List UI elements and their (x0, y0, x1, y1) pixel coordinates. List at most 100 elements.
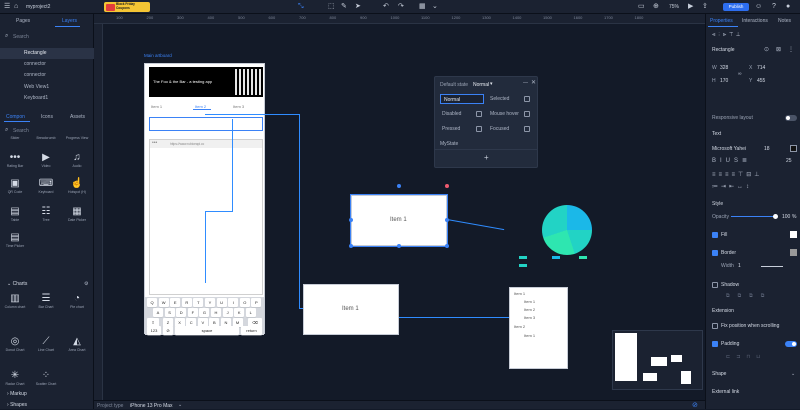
key-e[interactable]: E (170, 298, 181, 307)
more-icon[interactable]: ⋮ (788, 46, 794, 53)
component-column-chart[interactable]: ▥ Column chart (0, 293, 30, 309)
layer-item-connector[interactable]: connector (0, 59, 94, 70)
link-icon[interactable]: ∞ (738, 71, 742, 77)
key-o[interactable]: O (239, 298, 250, 307)
state-selected-checkbox[interactable] (524, 96, 530, 102)
border-style-select[interactable] (761, 266, 783, 267)
tab-components[interactable]: Compon (6, 114, 25, 120)
tree-item[interactable]: Item 1 (524, 299, 535, 304)
resize-handle[interactable] (445, 218, 449, 222)
tree-widget[interactable]: Item 1 Item 1 Item 2 Item 3 Item 2 Item … (509, 287, 568, 369)
lock-icon[interactable]: ⊠ (776, 46, 781, 53)
key-a[interactable]: A (153, 308, 163, 317)
chevron-down-icon[interactable]: ▾ (490, 81, 493, 87)
project-type-select[interactable]: iPhone 13 Pro Max (130, 403, 173, 409)
minimap[interactable] (612, 330, 703, 390)
add-state-button[interactable]: + (484, 153, 489, 162)
play-icon[interactable]: ▶ (688, 3, 693, 11)
web-view[interactable]: ••• https://www.rubiceapi.cc (149, 139, 263, 295)
key-123[interactable]: 123 (147, 326, 161, 335)
y-field[interactable]: 455 (757, 78, 765, 84)
share-icon[interactable]: ⇪ (702, 3, 708, 11)
component-time-picker[interactable]: ▤ Time Picker (0, 232, 30, 248)
tab-pages[interactable]: Pages (16, 18, 30, 24)
pie-chart-widget[interactable] (542, 205, 592, 255)
component-line-chart[interactable]: ⟋ Line Chart (31, 336, 61, 352)
key-d[interactable]: D (176, 308, 187, 317)
state-focused[interactable]: Focused (490, 126, 509, 132)
opacity-slider[interactable] (731, 216, 776, 217)
space-key[interactable]: space (175, 326, 239, 335)
layer-item-rectangle[interactable]: Rectangle (0, 48, 94, 59)
compass-icon[interactable]: ⊘ (692, 401, 698, 409)
connector-icon[interactable]: ⤡ (298, 3, 304, 11)
tab-assets[interactable]: Assets (70, 114, 85, 120)
key-k[interactable]: K (234, 308, 245, 317)
external-link-section[interactable]: External link (712, 389, 739, 395)
device-icon[interactable]: ▭ (638, 3, 645, 11)
key-j[interactable]: J (222, 308, 233, 317)
arrow-icon[interactable]: ➤ (355, 3, 361, 11)
key-g[interactable]: G (199, 308, 210, 317)
chevron-down-icon[interactable]: ⌄ (178, 402, 182, 408)
resize-handle[interactable] (397, 184, 401, 188)
component-radar-chart[interactable]: ✳ Radar Chart (0, 370, 30, 386)
artboard-label[interactable]: Main artboard (144, 53, 172, 58)
rotate-handle[interactable] (445, 184, 449, 188)
state-selected[interactable]: Selected (490, 96, 509, 102)
redo-icon[interactable]: ↷ (398, 3, 404, 11)
component-qr-code[interactable]: ▣ QR Code (0, 178, 30, 194)
canvas[interactable]: Main artboard The Foo & the Bar - a test… (103, 24, 705, 400)
key-t[interactable]: T (193, 298, 204, 307)
key-s[interactable]: S (164, 308, 175, 317)
section-charts[interactable]: ⌄ Charts (0, 279, 94, 289)
key-l[interactable]: L (245, 308, 256, 317)
help-icon[interactable]: ? (772, 3, 776, 11)
emoji-key[interactable]: ⊘ (163, 326, 173, 335)
target-icon[interactable]: ⊙ (764, 46, 769, 53)
border-width-field[interactable]: 1 (738, 263, 741, 269)
state-disabled-checkbox[interactable] (476, 111, 482, 117)
tab-icons[interactable]: Icons (41, 114, 53, 120)
component-pie-chart[interactable]: ◔ Pie chart (62, 293, 92, 309)
component-progress-view[interactable]: Progress View (62, 136, 92, 140)
tab-notes[interactable]: Notes (778, 18, 791, 24)
tab-interactions[interactable]: Interactions (742, 18, 768, 24)
opacity-slider-thumb[interactable] (773, 214, 778, 219)
padding-checkbox[interactable] (712, 341, 718, 347)
tab-layers[interactable]: Layers (62, 18, 77, 24)
text-align-icons[interactable]: ≡≡≡≡⊤⊟⊥ (712, 171, 762, 178)
align-icons[interactable]: ⫷⫶⫸⊤⊥ (712, 32, 743, 39)
key-f[interactable]: F (187, 308, 198, 317)
element-name[interactable]: Rectangle (712, 47, 735, 53)
fix-position-checkbox[interactable] (712, 323, 718, 329)
opacity-value[interactable]: 100 (782, 214, 790, 220)
state-normal[interactable]: Normal (440, 94, 484, 104)
text-color-swatch[interactable] (790, 145, 797, 152)
component-search-input[interactable]: Search (13, 128, 29, 134)
return-key[interactable]: return (241, 326, 262, 335)
section-markup[interactable]: › Markup (0, 389, 94, 399)
tree-item[interactable]: Item 2 (514, 324, 525, 329)
state-hover-checkbox[interactable] (524, 111, 530, 117)
key-h[interactable]: H (211, 308, 221, 317)
fill-checkbox[interactable] (712, 232, 718, 238)
state-dropdown[interactable]: Normal (473, 82, 489, 88)
responsive-toggle[interactable] (785, 115, 797, 121)
phone-artboard[interactable]: The Foo & the Bar - a testing app Item 1… (144, 63, 265, 335)
undo-icon[interactable]: ↶ (383, 3, 389, 11)
tree-item[interactable]: Item 3 (524, 315, 535, 320)
line-height-field[interactable]: 25 (786, 158, 792, 164)
frame-icon[interactable]: ⬚ (328, 3, 335, 11)
state-mystate[interactable]: MyState (440, 141, 458, 147)
component-slider[interactable]: Slider (0, 136, 30, 140)
text-section[interactable]: Text (712, 131, 721, 137)
component-scatter-chart[interactable]: ⁘ Scatter Chart (31, 370, 61, 386)
shadow-checkbox[interactable] (712, 282, 718, 288)
height-field[interactable]: 170 (720, 78, 728, 84)
resize-handle[interactable] (397, 244, 401, 248)
font-size-field[interactable]: 18 (764, 146, 770, 152)
tree-item[interactable]: Item 1 (514, 291, 525, 296)
menu-icon[interactable]: ☰ (4, 3, 10, 11)
users-icon[interactable]: ☺ (755, 3, 762, 11)
